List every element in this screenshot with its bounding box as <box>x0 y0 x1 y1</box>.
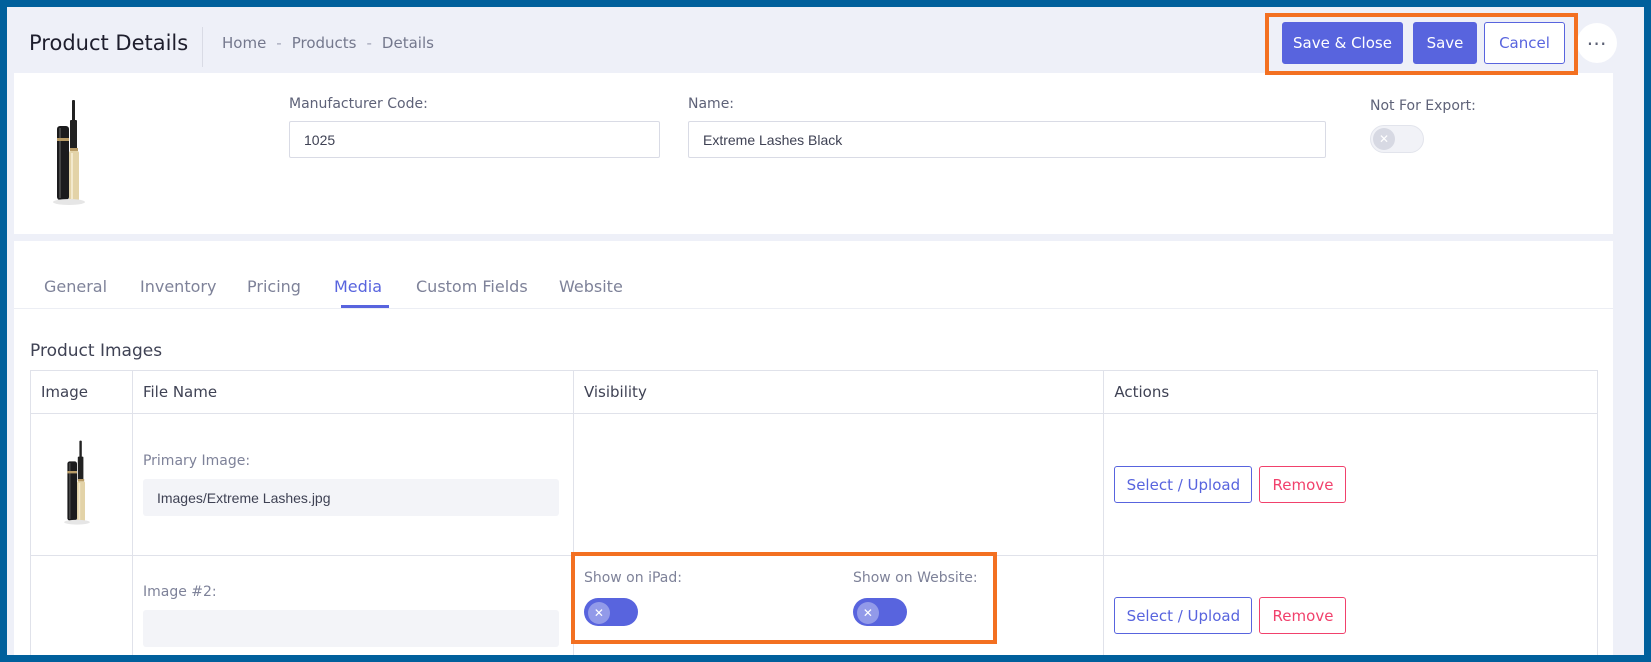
remove-button[interactable]: Remove <box>1259 597 1347 634</box>
file-name-cell: Image #2: <box>131 555 574 655</box>
primary-image-file-input[interactable]: Images/Extreme Lashes.jpg <box>142 479 559 516</box>
tab-inventory[interactable]: Inventory <box>140 277 216 296</box>
breadcrumb-details: Details <box>381 34 434 52</box>
manufacturer-code-label: Manufacturer Code: <box>289 96 428 112</box>
column-header-file-name: File Name <box>131 370 574 414</box>
tab-media[interactable]: Media <box>334 277 382 296</box>
actions-cell: Select / Upload Remove <box>1103 555 1598 655</box>
header-actions-highlight <box>1265 13 1578 75</box>
breadcrumb-products[interactable]: Products <box>292 34 357 52</box>
not-for-export-toggle[interactable]: ✕ <box>1370 125 1424 153</box>
tab-bar: General Inventory Pricing Media Custom F… <box>14 241 1613 309</box>
image-cell <box>30 555 133 655</box>
actions-cell: Select / Upload Remove <box>1103 413 1598 556</box>
section-title: Product Images <box>30 341 163 361</box>
not-for-export-label: Not For Export: <box>1370 98 1476 114</box>
manufacturer-code-input[interactable]: 1025 <box>289 121 660 158</box>
breadcrumb-separator: - <box>276 34 282 52</box>
breadcrumb: Home - Products - Details <box>222 34 434 52</box>
select-upload-button[interactable]: Select / Upload <box>1114 597 1253 634</box>
breadcrumb-separator: - <box>366 34 372 52</box>
product-info-card: Manufacturer Code: 1025 Name: Extreme La… <box>14 73 1613 234</box>
page-title: Product Details <box>29 31 189 55</box>
tab-pricing[interactable]: Pricing <box>247 277 301 296</box>
table-row: Primary Image: Images/Extreme Lashes.jpg… <box>30 413 1598 556</box>
breadcrumb-home[interactable]: Home <box>222 34 266 52</box>
image-cell <box>30 413 133 556</box>
more-actions-button[interactable]: ⋯ <box>1577 23 1617 63</box>
primary-image-label: Primary Image: <box>142 453 251 469</box>
select-upload-button[interactable]: Select / Upload <box>1114 466 1253 503</box>
product-image <box>53 100 85 205</box>
title-divider <box>202 27 203 67</box>
x-icon: ✕ <box>1373 128 1395 150</box>
column-header-image: Image <box>30 370 133 414</box>
remove-button[interactable]: Remove <box>1259 466 1347 503</box>
ellipsis-icon: ⋯ <box>1586 31 1608 55</box>
active-tab-indicator <box>341 305 389 308</box>
tab-custom-fields[interactable]: Custom Fields <box>416 277 528 296</box>
name-label: Name: <box>688 96 735 112</box>
file-name-cell: Primary Image: Images/Extreme Lashes.jpg <box>131 413 574 556</box>
visibility-cell <box>572 413 1105 556</box>
table-header-row: Image File Name Visibility Actions <box>30 370 1598 414</box>
column-header-visibility: Visibility <box>572 370 1105 414</box>
image-2-label: Image #2: <box>142 584 217 600</box>
name-input[interactable]: Extreme Lashes Black <box>688 121 1326 158</box>
tab-website[interactable]: Website <box>559 277 623 296</box>
tab-general[interactable]: General <box>44 277 107 296</box>
product-image <box>64 440 90 525</box>
visibility-toggles-highlight <box>571 552 997 644</box>
app-window: Product Details Home - Products - Detail… <box>7 7 1644 655</box>
image-2-file-input[interactable] <box>142 610 559 647</box>
column-header-actions: Actions <box>1103 370 1598 414</box>
